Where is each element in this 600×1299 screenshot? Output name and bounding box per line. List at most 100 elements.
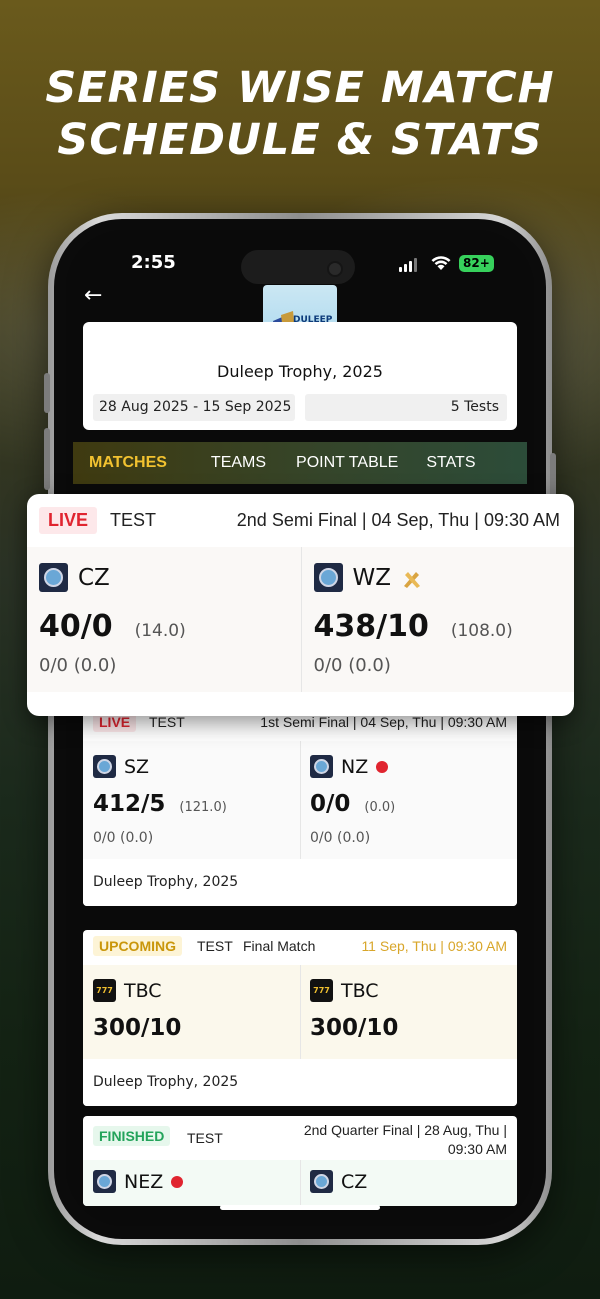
team-placeholder-icon: 777 — [310, 979, 333, 1002]
team-2-name-row: CZ — [310, 1170, 367, 1193]
match-info: 11 Sep, Thu | 09:30 AM — [361, 938, 507, 954]
tab-point-table[interactable]: POINT TABLE — [280, 454, 412, 472]
status-bar: 2:55 82+ — [66, 250, 534, 284]
team-2-panel: NZ 0/0 (0.0) 0/0 (0.0) — [300, 741, 517, 859]
tab-matches[interactable]: MATCHES — [73, 454, 181, 472]
match-card[interactable]: LIVE TEST 1st Semi Final | 04 Sep, Thu |… — [83, 706, 517, 906]
team-2-panel: WZ 438/10 (108.0) 0/0 (0.0) — [300, 547, 575, 692]
team-flag-icon — [313, 563, 343, 592]
team-1-name: NEZ — [124, 1170, 164, 1193]
featured-live-match-card[interactable]: LIVE TEST 2nd Semi Final | 04 Sep, Thu |… — [27, 494, 574, 716]
status-badge: FINISHED — [93, 1126, 171, 1146]
signal-icon — [399, 258, 417, 272]
match-card[interactable]: UPCOMING TEST Final Match 11 Sep, Thu | … — [83, 930, 517, 1106]
team-2-name: WZ — [352, 564, 392, 591]
team-2-score: 300/10 — [310, 1015, 399, 1041]
batting-bats-icon — [404, 571, 420, 588]
team-2-overs: (108.0) — [450, 621, 513, 641]
match-card[interactable]: FINISHED TEST 2nd Quarter Final | 28 Aug… — [83, 1116, 517, 1206]
team-2-overs: (0.0) — [364, 800, 396, 815]
team-flag-icon — [39, 563, 68, 592]
team-2-second-innings: 0/0 (0.0) — [313, 655, 391, 676]
app-screen: 2:55 82+ ← DULEEP Duleep Trophy, 2025 28… — [66, 230, 534, 1226]
team-flag-icon — [310, 755, 333, 778]
cricket-ball-icon — [376, 760, 389, 773]
match-title: Final Match — [243, 938, 316, 954]
team-1-score: 300/10 — [93, 1015, 182, 1041]
headline-line-2: SCHEDULE & STATS — [57, 115, 543, 165]
cricket-ball-icon — [171, 1175, 184, 1188]
team-flag-icon — [93, 755, 116, 778]
series-dates: 28 Aug 2025 - 15 Sep 2025 — [93, 394, 295, 421]
team-1-panel: SZ 412/5 (121.0) 0/0 (0.0) — [83, 741, 300, 859]
team-2-name-row: WZ — [313, 563, 424, 592]
tab-teams[interactable]: TEAMS — [181, 454, 280, 472]
series-tabs: MATCHES TEAMS POINT TABLE STATS — [73, 442, 527, 484]
phone-side-button — [44, 373, 50, 413]
match-info-line-2: 09:30 AM — [447, 1141, 507, 1157]
status-time: 2:55 — [131, 252, 176, 273]
team-1-second-innings: 0/0 (0.0) — [39, 655, 117, 676]
team-1-name: CZ — [78, 564, 110, 591]
team-1-second-innings: 0/0 (0.0) — [93, 830, 154, 846]
match-info: 1st Semi Final | 04 Sep, Thu | 09:30 AM — [260, 714, 507, 730]
team-flag-icon — [310, 1170, 333, 1193]
series-info-card: Duleep Trophy, 2025 28 Aug 2025 - 15 Sep… — [83, 322, 517, 430]
team-2-score: 438/10 — [313, 609, 429, 644]
match-format: TEST — [187, 1130, 223, 1146]
back-arrow-icon[interactable]: ← — [84, 283, 102, 308]
team-1-panel: CZ 40/0 (14.0) 0/0 (0.0) — [27, 547, 301, 692]
team-placeholder-icon: 777 — [93, 979, 116, 1002]
battery-indicator: 82+ — [459, 255, 494, 272]
team-1-name-row: 777 TBC — [93, 979, 162, 1002]
team-1-overs: (121.0) — [179, 800, 227, 815]
team-flag-icon — [93, 1170, 116, 1193]
match-format: TEST — [197, 938, 233, 954]
phone-volume-up — [44, 428, 50, 490]
team-2-score-row: 438/10 (108.0) — [314, 609, 513, 644]
match-header: FINISHED TEST 2nd Quarter Final | 28 Aug… — [83, 1116, 517, 1160]
team-2-panel: CZ — [300, 1160, 517, 1206]
tab-stats[interactable]: STATS — [412, 454, 489, 472]
team-1-name: TBC — [124, 979, 162, 1002]
team-1-name-row: SZ — [93, 755, 149, 778]
match-series-footer: Duleep Trophy, 2025 — [83, 1059, 517, 1106]
team-2-score-row: 0/0 (0.0) — [310, 791, 395, 817]
match-header: UPCOMING TEST Final Match 11 Sep, Thu | … — [83, 930, 517, 965]
team-1-score: 40/0 — [39, 609, 113, 644]
match-info-line-1: 2nd Quarter Final | 28 Aug, Thu | — [303, 1122, 507, 1138]
team-1-name-row: CZ — [39, 563, 110, 592]
team-2-name-row: NZ — [310, 755, 389, 778]
match-teams: NEZ CZ — [83, 1160, 517, 1206]
team-1-name: SZ — [124, 755, 150, 778]
home-indicator[interactable] — [220, 1205, 380, 1210]
team-1-panel: NEZ — [83, 1160, 300, 1206]
promo-headline: SERIES WISE MATCH SCHEDULE & STATS — [0, 62, 600, 166]
team-1-score: 412/5 — [93, 791, 166, 817]
series-test-count: 5 Tests — [305, 394, 507, 421]
status-badge: UPCOMING — [93, 936, 182, 956]
team-2-score: 0/0 — [310, 791, 351, 817]
match-teams: 777 TBC 300/10 777 TBC 300/10 — [83, 965, 517, 1059]
team-1-score-row: 412/5 (121.0) — [93, 791, 227, 817]
team-2-panel: 777 TBC 300/10 — [300, 965, 517, 1059]
team-2-name: NZ — [341, 755, 369, 778]
team-1-overs: (14.0) — [134, 621, 186, 641]
team-2-name-row: 777 TBC — [310, 979, 379, 1002]
team-2-second-innings: 0/0 (0.0) — [310, 830, 371, 846]
status-badge: LIVE — [39, 507, 98, 534]
wifi-icon — [431, 256, 451, 270]
team-1-panel: 777 TBC 300/10 — [83, 965, 300, 1059]
match-format: TEST — [110, 510, 157, 530]
match-teams: SZ 412/5 (121.0) 0/0 (0.0) NZ 0/0 (0.0) 0/… — [83, 741, 517, 859]
match-header: LIVE TEST 2nd Semi Final | 04 Sep, Thu |… — [27, 494, 574, 547]
match-series-footer: Duleep Trophy, 2025 — [83, 859, 517, 906]
match-format: TEST — [149, 714, 185, 730]
team-2-name: CZ — [341, 1170, 368, 1193]
team-2-name: TBC — [341, 979, 379, 1002]
match-info: 2nd Quarter Final | 28 Aug, Thu | 09:30 … — [304, 1121, 507, 1159]
team-1-score-row: 40/0 (14.0) — [39, 609, 186, 644]
dynamic-island — [241, 250, 355, 284]
match-teams: CZ 40/0 (14.0) 0/0 (0.0) WZ 438/10 (108.0)… — [27, 547, 574, 692]
match-info: 2nd Semi Final | 04 Sep, Thu | 09:30 AM — [236, 510, 560, 530]
